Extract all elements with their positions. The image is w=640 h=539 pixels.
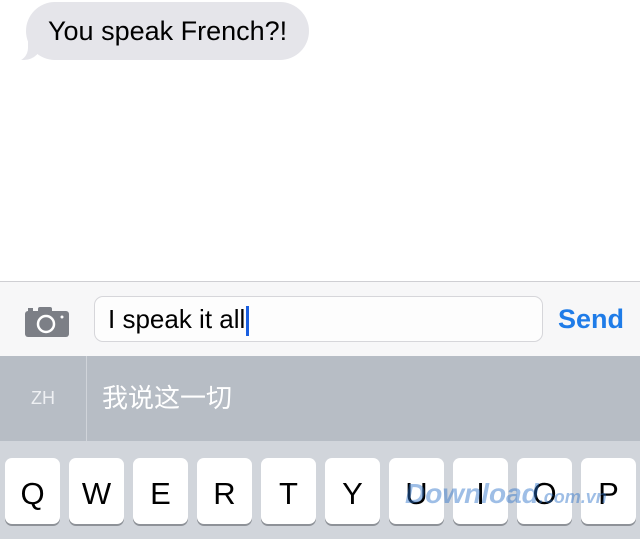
compose-bar: I speak it all Send: [0, 281, 640, 357]
key-r[interactable]: R: [197, 458, 252, 524]
key-y[interactable]: Y: [325, 458, 380, 524]
camera-icon[interactable]: [25, 307, 69, 337]
text-cursor: [246, 306, 250, 337]
language-indicator[interactable]: ZH: [0, 356, 87, 441]
watermark: Download.com.vn: [405, 478, 607, 509]
key-t[interactable]: T: [261, 458, 316, 524]
key-e[interactable]: E: [133, 458, 188, 524]
message-input[interactable]: I speak it all: [94, 296, 543, 342]
candidate-bar: ZH 我说这一切: [0, 356, 640, 441]
candidate-suggestion[interactable]: 我说这一切: [102, 356, 232, 441]
key-q[interactable]: Q: [5, 458, 60, 524]
message-bubble-incoming: You speak French?!: [26, 2, 310, 60]
key-w[interactable]: W: [69, 458, 124, 524]
send-button[interactable]: Send: [558, 304, 624, 335]
